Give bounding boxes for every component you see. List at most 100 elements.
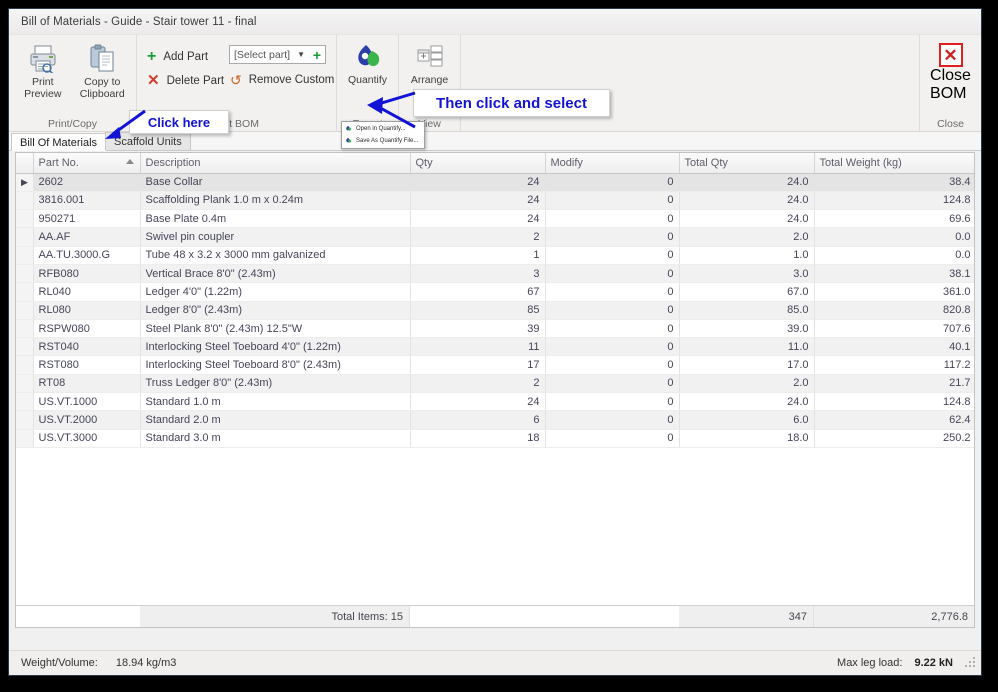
cell-qty[interactable]: 6 (410, 410, 546, 430)
cell-modify[interactable]: 0 (545, 191, 680, 211)
row-indicator-current[interactable]: ▶ (16, 173, 34, 192)
column-header-description[interactable]: Description (140, 153, 411, 174)
cell-description[interactable]: Standard 1.0 m (140, 392, 411, 412)
cell-total-weight[interactable]: 69.6 (814, 209, 974, 229)
cell-description[interactable]: Ledger 4'0" (1.22m) (140, 282, 411, 302)
cell-qty[interactable]: 1 (410, 246, 546, 265)
row-indicator[interactable] (16, 227, 34, 247)
cell-total-weight[interactable]: 40.1 (814, 337, 974, 357)
cell-part-no[interactable]: 950271 (33, 209, 141, 229)
cell-total-weight[interactable]: 820.8 (814, 301, 974, 320)
column-header-part-no[interactable]: Part No. (33, 153, 141, 174)
column-header-qty[interactable]: Qty (410, 153, 546, 174)
table-row[interactable]: ▶ 2602 Base Collar 24 0 24.0 38.4 (16, 173, 974, 192)
table-row[interactable]: US.VT.2000 Standard 2.0 m 6 0 6.0 62.4 (16, 410, 974, 430)
close-bom-icon[interactable]: ✕ (938, 43, 963, 67)
cell-qty[interactable]: 39 (410, 319, 546, 339)
cell-total-weight[interactable]: 38.1 (814, 264, 974, 284)
cell-part-no[interactable]: 3816.001 (33, 191, 141, 211)
cell-total-qty[interactable]: 6.0 (679, 410, 815, 430)
row-indicator[interactable] (16, 191, 34, 211)
cell-modify[interactable]: 0 (545, 173, 680, 192)
cell-total-qty[interactable]: 17.0 (679, 355, 815, 375)
cell-qty[interactable]: 24 (410, 173, 546, 192)
cell-total-qty[interactable]: 2.0 (679, 374, 815, 394)
row-indicator[interactable] (16, 246, 34, 265)
cell-modify[interactable]: 0 (545, 282, 680, 302)
cell-description[interactable]: Vertical Brace 8'0" (2.43m) (140, 264, 411, 284)
cell-total-weight[interactable]: 124.8 (814, 191, 974, 211)
add-part-button[interactable]: + Add Part (141, 45, 229, 69)
cell-modify[interactable]: 0 (545, 301, 680, 320)
cell-description[interactable]: Base Collar (140, 173, 411, 192)
cell-qty[interactable]: 11 (410, 337, 546, 357)
cell-total-weight[interactable]: 124.8 (814, 392, 974, 412)
cell-modify[interactable]: 0 (545, 374, 680, 394)
cell-description[interactable]: Base Plate 0.4m (140, 209, 411, 229)
cell-description[interactable]: Scaffolding Plank 1.0 m x 0.24m (140, 191, 411, 211)
tab-bill-of-materials[interactable]: Bill Of Materials (11, 133, 107, 151)
cell-modify[interactable]: 0 (545, 319, 680, 339)
row-indicator[interactable] (16, 429, 34, 448)
cell-part-no[interactable]: AA.AF (33, 227, 141, 247)
table-row[interactable]: AA.AF Swivel pin coupler 2 0 2.0 0.0 (16, 227, 974, 247)
cell-qty[interactable]: 3 (410, 264, 546, 284)
table-row[interactable]: RFB080 Vertical Brace 8'0" (2.43m) 3 0 3.0 38… (16, 264, 974, 284)
cell-total-weight[interactable]: 38.4 (814, 173, 974, 192)
cell-qty[interactable]: 24 (410, 209, 546, 229)
cell-part-no[interactable]: RFB080 (33, 264, 141, 284)
cell-total-qty[interactable]: 24.0 (679, 209, 815, 229)
cell-part-no[interactable]: RL040 (33, 282, 141, 302)
cell-total-weight[interactable]: 0.0 (814, 227, 974, 247)
table-row[interactable]: RL040 Ledger 4'0" (1.22m) 67 0 67.0 361.0 (16, 282, 974, 302)
cell-description[interactable]: Standard 3.0 m (140, 429, 411, 448)
quantify-button[interactable]: Quantify (341, 39, 394, 86)
cell-total-qty[interactable]: 3.0 (679, 264, 815, 284)
cell-total-qty[interactable]: 39.0 (679, 319, 815, 339)
table-row[interactable]: US.VT.3000 Standard 3.0 m 18 0 18.0 250.2 (16, 429, 974, 448)
table-row[interactable]: RT08 Truss Ledger 8'0" (2.43m) 2 0 2.0 21.7 (16, 374, 974, 394)
cell-total-weight[interactable]: 117.2 (814, 355, 974, 375)
cell-part-no[interactable]: RSPW080 (33, 319, 141, 339)
delete-part-button[interactable]: ✕ Delete Part (141, 69, 229, 93)
table-row[interactable]: AA.TU.3000.G Tube 48 x 3.2 x 3000 mm galv… (16, 246, 974, 265)
row-indicator[interactable] (16, 355, 34, 375)
cell-modify[interactable]: 0 (545, 246, 680, 265)
cell-qty[interactable]: 18 (410, 429, 546, 448)
table-row[interactable]: 3816.001 Scaffolding Plank 1.0 m x 0.24m 2… (16, 191, 974, 211)
row-indicator[interactable] (16, 410, 34, 430)
cell-total-qty[interactable]: 24.0 (679, 191, 815, 211)
row-indicator[interactable] (16, 319, 34, 339)
cell-description[interactable]: Truss Ledger 8'0" (2.43m) (140, 374, 411, 394)
table-row[interactable]: US.VT.1000 Standard 1.0 m 24 0 24.0 124.8 (16, 392, 974, 412)
column-header-modify[interactable]: Modify (545, 153, 680, 174)
cell-total-qty[interactable]: 18.0 (679, 429, 815, 448)
cell-description[interactable]: Interlocking Steel Toeboard 4'0" (1.22m) (140, 337, 411, 357)
cell-part-no[interactable]: US.VT.2000 (33, 410, 141, 430)
cell-modify[interactable]: 0 (545, 392, 680, 412)
cell-modify[interactable]: 0 (545, 355, 680, 375)
cell-qty[interactable]: 17 (410, 355, 546, 375)
cell-total-qty[interactable]: 85.0 (679, 301, 815, 320)
cell-total-weight[interactable]: 21.7 (814, 374, 974, 394)
cell-part-no[interactable]: 2602 (33, 173, 141, 192)
cell-part-no[interactable]: RL080 (33, 301, 141, 320)
cell-description[interactable]: Interlocking Steel Toeboard 8'0" (2.43m) (140, 355, 411, 375)
cell-total-weight[interactable]: 250.2 (814, 429, 974, 448)
cell-modify[interactable]: 0 (545, 337, 680, 357)
row-indicator[interactable] (16, 374, 34, 394)
select-part-combobox[interactable]: [Select part] ▼ + (229, 45, 326, 64)
cell-modify[interactable]: 0 (545, 209, 680, 229)
cell-description[interactable]: Ledger 8'0" (2.43m) (140, 301, 411, 320)
cell-qty[interactable]: 2 (410, 374, 546, 394)
cell-modify[interactable]: 0 (545, 264, 680, 284)
row-indicator[interactable] (16, 282, 34, 302)
cell-qty[interactable]: 2 (410, 227, 546, 247)
resize-grip-icon[interactable] (963, 657, 975, 669)
cell-total-weight[interactable]: 0.0 (814, 246, 974, 265)
row-indicator[interactable] (16, 337, 34, 357)
cell-part-no[interactable]: AA.TU.3000.G (33, 246, 141, 265)
cell-modify[interactable]: 0 (545, 429, 680, 448)
cell-total-weight[interactable]: 62.4 (814, 410, 974, 430)
row-indicator[interactable] (16, 264, 34, 284)
